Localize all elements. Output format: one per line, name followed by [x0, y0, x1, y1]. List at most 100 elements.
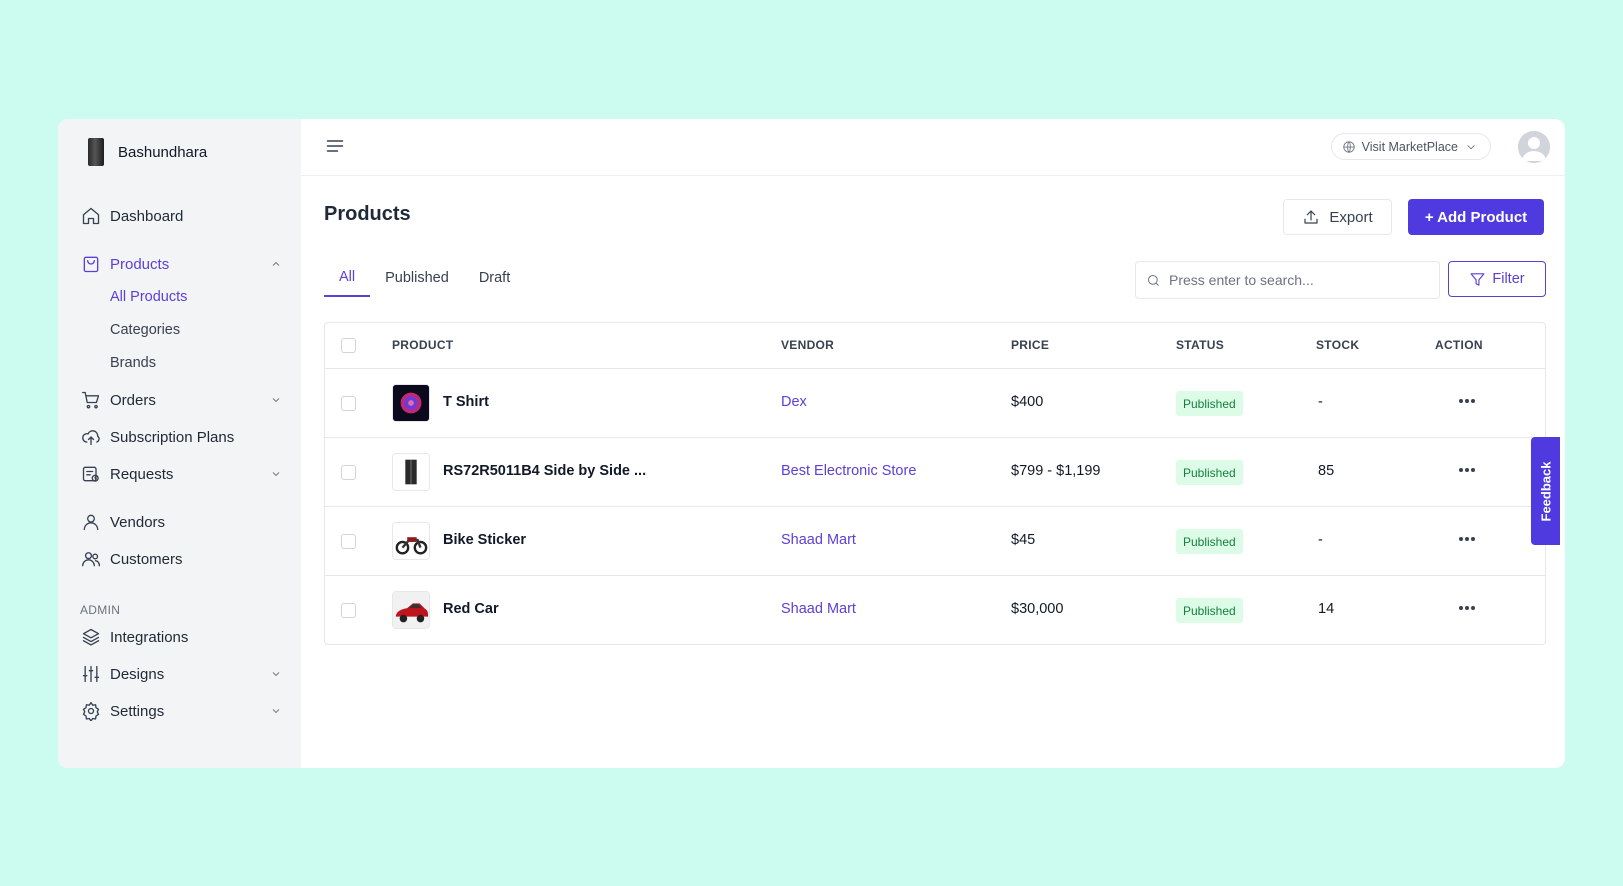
- vendor-link[interactable]: Shaad Mart: [781, 532, 856, 548]
- more-actions-icon[interactable]: [1455, 596, 1479, 620]
- product-thumbnail: [392, 384, 430, 422]
- app-window: Bashundhara Dashboard Products All Produ…: [58, 119, 1565, 768]
- sidebar-item-label: Subscription Plans: [110, 428, 235, 446]
- product-thumbnail: [392, 453, 430, 491]
- product-stock: -: [1318, 532, 1323, 548]
- sidebar-item-customers[interactable]: Customers: [80, 545, 283, 573]
- add-product-button[interactable]: + Add Product: [1408, 199, 1544, 235]
- sidebar-item-integrations[interactable]: Integrations: [80, 623, 283, 651]
- gear-icon: [80, 700, 102, 722]
- brand-name: Bashundhara: [118, 143, 208, 161]
- cloud-upload-icon: [80, 426, 102, 448]
- column-header-product: PRODUCT: [392, 338, 454, 352]
- request-icon: [80, 463, 102, 485]
- sidebar: Bashundhara Dashboard Products All Produ…: [58, 119, 301, 768]
- vendor-link[interactable]: Dex: [781, 394, 807, 410]
- users-icon: [80, 548, 102, 570]
- table-row[interactable]: Red Car Shaad Mart $30,000 Published 14: [325, 576, 1545, 645]
- cart-icon: [80, 389, 102, 411]
- main-content: Visit MarketPlace Products Export + Add …: [301, 119, 1565, 768]
- sidebar-item-designs[interactable]: Designs: [80, 660, 283, 688]
- product-stock: -: [1318, 394, 1323, 410]
- filter-button[interactable]: Filter: [1448, 261, 1546, 297]
- visit-marketplace-button[interactable]: Visit MarketPlace: [1330, 133, 1491, 160]
- sidebar-item-label: Dashboard: [110, 207, 184, 225]
- brand-logo: [88, 138, 104, 166]
- row-checkbox[interactable]: [341, 534, 356, 549]
- row-checkbox[interactable]: [341, 396, 356, 411]
- filter-label: Filter: [1492, 271, 1525, 287]
- product-stock: 85: [1318, 463, 1335, 479]
- menu-toggle-icon[interactable]: [325, 136, 345, 156]
- vendor-link[interactable]: Shaad Mart: [781, 601, 856, 617]
- chevron-down-icon[interactable]: [269, 393, 283, 407]
- vendor-link[interactable]: Best Electronic Store: [781, 463, 916, 479]
- row-checkbox[interactable]: [341, 603, 356, 618]
- column-header-price: PRICE: [1011, 338, 1050, 352]
- chevron-down-icon: [1467, 144, 1475, 149]
- status-badge: Published: [1176, 391, 1243, 416]
- product-price: $30,000: [1011, 601, 1064, 617]
- table-row[interactable]: RS72R5011B4 Side by Side ... Best Electr…: [325, 438, 1545, 507]
- status-badge: Published: [1176, 460, 1243, 485]
- sidebar-item-vendors[interactable]: Vendors: [80, 508, 283, 536]
- chevron-up-icon[interactable]: [269, 257, 283, 271]
- sidebar-subitem-categories[interactable]: Categories: [110, 319, 180, 341]
- product-name[interactable]: RS72R5011B4 Side by Side ...: [443, 463, 646, 479]
- sidebar-item-label: Orders: [110, 391, 156, 409]
- table-row[interactable]: T Shirt Dex $400 Published -: [325, 369, 1545, 438]
- sidebar-item-label: Integrations: [110, 628, 189, 646]
- sidebar-item-settings[interactable]: Settings: [80, 697, 283, 725]
- more-actions-icon[interactable]: [1455, 389, 1479, 413]
- brand[interactable]: Bashundhara: [88, 137, 207, 167]
- sidebar-subitem-all-products[interactable]: All Products: [110, 286, 187, 308]
- layers-icon: [80, 626, 102, 648]
- chevron-down-icon[interactable]: [269, 667, 283, 681]
- feedback-tab[interactable]: Feedback: [1531, 437, 1560, 545]
- feedback-label: Feedback: [1538, 461, 1554, 521]
- tab-published[interactable]: Published: [370, 259, 464, 297]
- export-button[interactable]: Export: [1283, 199, 1392, 235]
- search-input[interactable]: [1169, 272, 1429, 288]
- column-header-stock: STOCK: [1316, 338, 1360, 352]
- section-label-admin: ADMIN: [80, 603, 121, 617]
- sidebar-item-dashboard[interactable]: Dashboard: [80, 202, 283, 230]
- select-all-checkbox[interactable]: [341, 338, 356, 353]
- product-thumbnail: [392, 591, 430, 629]
- sidebar-item-label: Requests: [110, 465, 174, 483]
- tab-all[interactable]: All: [324, 259, 371, 297]
- product-price: $400: [1011, 394, 1044, 410]
- chevron-down-icon[interactable]: [269, 704, 283, 718]
- shopping-bag-icon: [80, 253, 102, 275]
- filter-icon: [1470, 272, 1485, 286]
- product-price: $799 - $1,199: [1011, 463, 1101, 479]
- product-name[interactable]: Bike Sticker: [443, 532, 526, 548]
- more-actions-icon[interactable]: [1455, 458, 1479, 482]
- status-badge: Published: [1176, 598, 1243, 623]
- row-checkbox[interactable]: [341, 465, 356, 480]
- product-name[interactable]: Red Car: [443, 601, 499, 617]
- sidebar-item-products[interactable]: Products: [80, 250, 283, 278]
- product-thumbnail: [392, 522, 430, 560]
- sidebar-subitem-brands[interactable]: Brands: [110, 352, 156, 374]
- product-name[interactable]: T Shirt: [443, 394, 489, 410]
- tab-draft[interactable]: Draft: [464, 259, 525, 297]
- status-badge: Published: [1176, 529, 1243, 554]
- products-table: PRODUCT VENDOR PRICE STATUS STOCK ACTION…: [324, 322, 1546, 645]
- home-icon: [80, 205, 102, 227]
- more-actions-icon[interactable]: [1455, 527, 1479, 551]
- sidebar-item-label: Vendors: [110, 513, 166, 531]
- chevron-down-icon[interactable]: [269, 467, 283, 481]
- avatar[interactable]: [1518, 131, 1550, 163]
- product-price: $45: [1011, 532, 1036, 548]
- topbar: Visit MarketPlace: [301, 119, 1565, 176]
- sidebar-item-label: Designs: [110, 665, 165, 683]
- search-box: [1135, 261, 1440, 299]
- sidebar-item-orders[interactable]: Orders: [80, 386, 283, 414]
- visit-marketplace-label: Visit MarketPlace: [1361, 139, 1458, 154]
- sidebar-item-subscription-plans[interactable]: Subscription Plans: [80, 423, 283, 451]
- sidebar-item-label: Products: [110, 255, 170, 273]
- sidebar-item-requests[interactable]: Requests: [80, 460, 283, 488]
- page-title: Products: [324, 203, 411, 225]
- table-row[interactable]: Bike Sticker Shaad Mart $45 Published -: [325, 507, 1545, 576]
